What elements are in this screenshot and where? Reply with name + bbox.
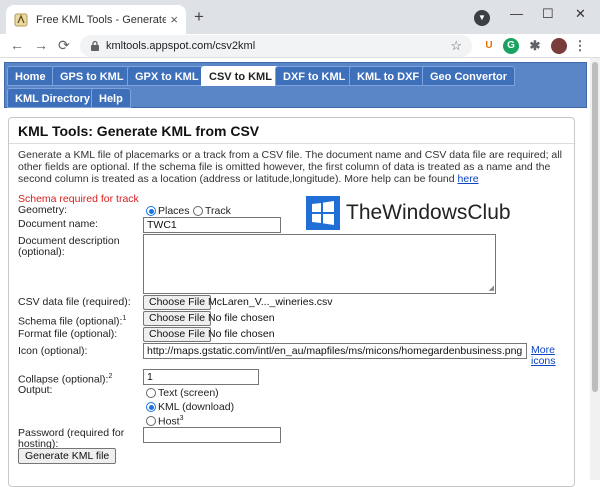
geometry-track-label: Track [205,205,231,217]
extension-u-icon[interactable]: U [481,38,497,54]
geometry-label: Geometry: [18,204,68,216]
csv-choose-file-button[interactable]: Choose File [143,295,212,310]
tab-close-icon[interactable]: × [170,12,178,27]
document-name-label: Document name: [18,218,98,230]
maximize-button[interactable]: ☐ [542,6,554,22]
tab-title: Free KML Tools - Generate KML f [36,13,167,26]
output-text-label: Text (screen) [158,387,219,399]
schema-file-label: Schema file (optional):1 [18,313,126,328]
schema-file-name: No file chosen [208,312,275,324]
minimize-button[interactable]: — [510,6,523,21]
nav-tab-kml-directory[interactable]: KML Directory [7,88,98,108]
extension-grammarly-icon[interactable]: G [503,38,519,54]
format-choose-file-button[interactable]: Choose File [143,327,212,342]
intro-text: Generate a KML file of placemarks or a t… [18,149,566,185]
output-kml-radio[interactable] [146,402,156,412]
more-icons-link[interactable]: More icons [531,345,571,367]
page-title: KML Tools: Generate KML from CSV [18,123,260,139]
divider [9,143,574,144]
windows-logo-icon [306,196,340,230]
document-name-input[interactable]: TWC1 [143,217,281,233]
nav-tab-geo-convertor[interactable]: Geo Convertor [422,66,516,86]
document-description-label: Document description (optional): [18,235,120,258]
watermark-text: TheWindowsClub [346,201,511,224]
address-bar[interactable]: kmltools.appspot.com/csv2kml ☆ [80,35,472,57]
collapse-input[interactable]: 1 [143,369,259,385]
scrollbar-thumb[interactable] [592,62,598,392]
intro-paragraph: Generate a KML file of placemarks or a t… [18,149,562,185]
help-here-link[interactable]: here [458,173,479,185]
output-host-radio[interactable] [146,416,156,426]
icon-url-input[interactable]: http://maps.gstatic.com/intl/en_au/mapfi… [143,343,527,359]
nav-tab-gpx-to-kml[interactable]: GPX to KML [127,66,207,86]
page-scrollbar[interactable] [590,58,600,480]
browser-tab[interactable]: Free KML Tools - Generate KML f × [6,5,186,34]
back-button[interactable]: ← [10,37,24,53]
bookmark-star-icon[interactable]: ☆ [450,38,462,54]
format-file-name: No file chosen [208,328,275,340]
output-kml-label: KML (download) [158,401,235,413]
schema-choose-file-button[interactable]: Choose File [143,311,212,326]
watermark: TheWindowsClub [306,196,511,230]
reload-button[interactable]: ⟳ [58,37,70,54]
browser-menu-icon[interactable]: ⋮ [572,38,588,54]
output-label: Output: [18,384,53,396]
icon-label: Icon (optional): [18,345,88,357]
url-text: kmltools.appspot.com/csv2kml [106,40,256,52]
csv-file-name: McLaren_V..._wineries.csv [208,296,333,308]
geometry-places-radio[interactable] [146,206,156,216]
lock-icon [91,40,99,51]
new-tab-button[interactable]: + [194,8,204,26]
nav-tab-home[interactable]: Home [7,66,54,86]
schema-file-label-text: Schema file (optional): [18,315,123,328]
nav-tab-help[interactable]: Help [91,88,131,108]
collapse-footnote-mark: 2 [108,373,113,380]
extensions-puzzle-icon[interactable]: ✱ [527,38,543,54]
geometry-track-radio[interactable] [193,206,203,216]
schema-footnote-mark: 1 [122,315,127,322]
browser-tabstrip: Free KML Tools - Generate KML f × + ▼ — … [0,0,600,34]
format-file-label: Format file (optional): [18,328,118,340]
close-window-button[interactable]: ✕ [575,6,586,22]
browser-toolbar: ← → ⟳ kmltools.appspot.com/csv2kml ☆ U G… [0,34,600,58]
nav-tab-gps-to-kml[interactable]: GPS to KML [52,66,132,86]
nav-tab-kml-to-dxf[interactable]: KML to DXF [349,66,428,86]
output-host-label: Host3 [158,415,184,428]
tab-search-icon[interactable]: ▼ [474,10,490,26]
geometry-places-label: Places [158,205,190,217]
output-host-label-text: Host [158,415,180,428]
csv-file-label: CSV data file (required): [18,296,131,308]
resize-handle-icon[interactable]: ◢ [489,285,494,292]
output-text-radio[interactable] [146,388,156,398]
site-navigation: Home GPS to KML GPX to KML CSV to KML DX… [4,62,587,108]
nav-tab-csv-to-kml[interactable]: CSV to KML [201,66,280,86]
password-label: Password (required for hosting): [18,427,125,450]
password-input[interactable] [143,427,281,443]
document-description-textarea[interactable]: ◢ [143,234,496,294]
host-footnote-mark: 3 [179,415,184,422]
forward-button[interactable]: → [34,37,48,53]
kml-favicon-icon [14,13,28,26]
nav-tab-dxf-to-kml[interactable]: DXF to KML [275,66,354,86]
profile-avatar[interactable] [551,38,567,54]
generate-kml-button[interactable]: Generate KML file [18,448,117,464]
main-panel: KML Tools: Generate KML from CSV Generat… [8,117,575,487]
